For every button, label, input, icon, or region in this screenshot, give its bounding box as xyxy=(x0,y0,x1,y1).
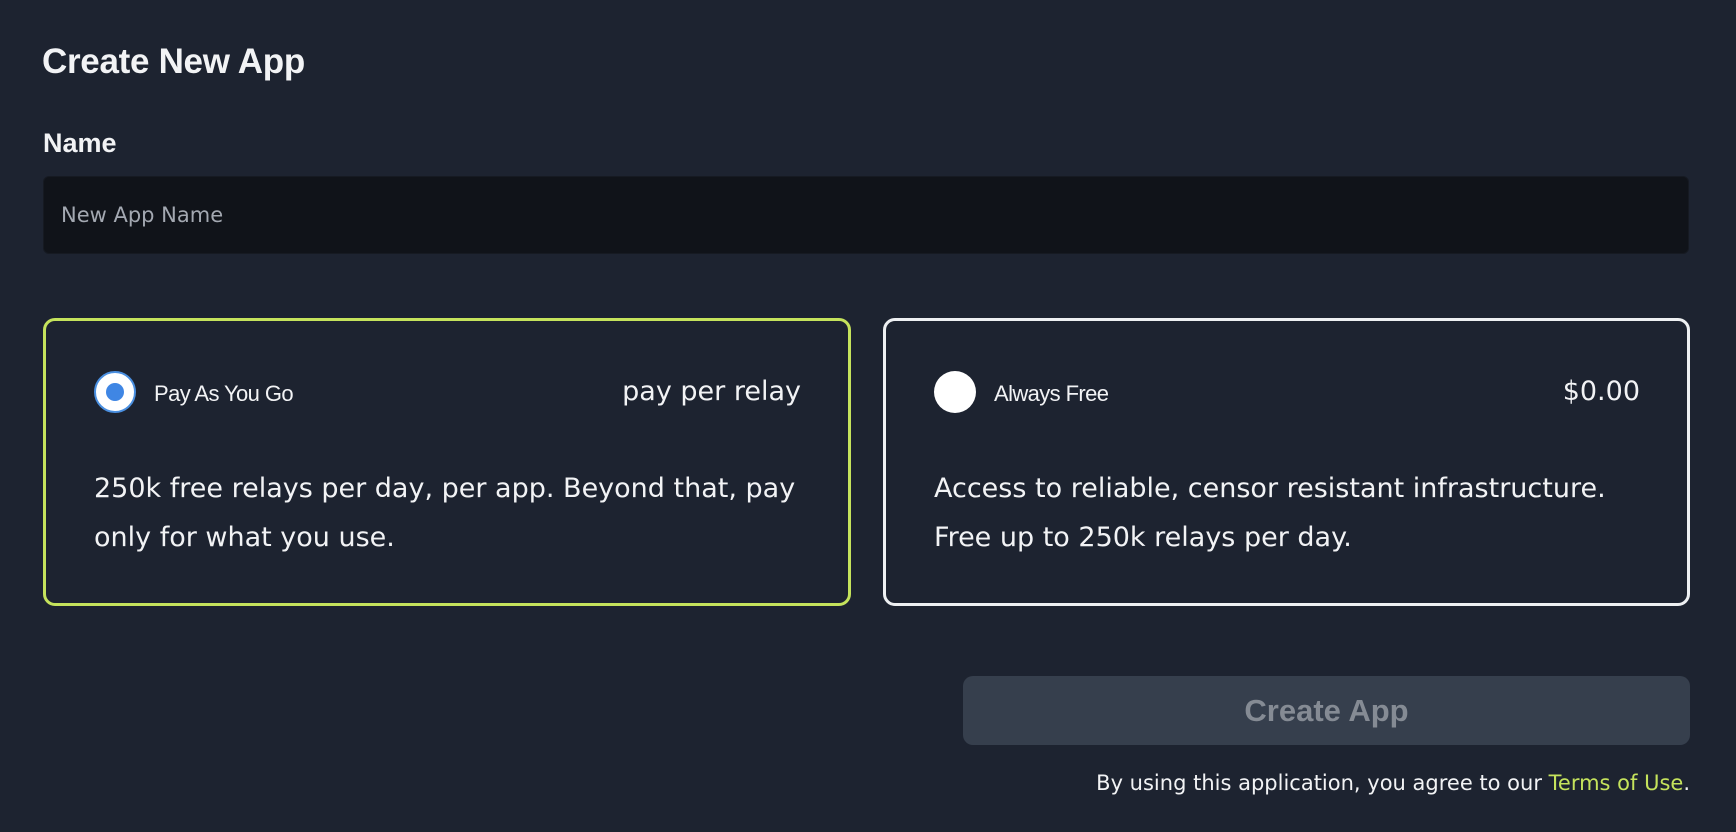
plan-price: $0.00 xyxy=(1562,376,1640,407)
terms-suffix: . xyxy=(1683,771,1690,795)
create-app-button[interactable]: Create App xyxy=(963,676,1690,745)
radio-selected-dot xyxy=(106,383,124,401)
terms-of-use-link[interactable]: Terms of Use xyxy=(1549,771,1684,795)
name-label: Name xyxy=(43,128,117,158)
app-name-input[interactable] xyxy=(43,176,1689,254)
page-title: Create New App xyxy=(42,42,305,81)
terms-notice: By using this application, you agree to … xyxy=(1096,771,1690,795)
plan-description: Access to reliable, censor resistant inf… xyxy=(934,473,1606,553)
radio-always-free[interactable] xyxy=(934,371,976,413)
plan-card-always-free[interactable]: Always Free $0.00 Access to reliable, ce… xyxy=(883,318,1690,606)
terms-prefix: By using this application, you agree to … xyxy=(1096,771,1549,795)
create-app-page: Create New App Name Pay As You Go pay pe… xyxy=(0,0,1736,832)
plan-card-pay-as-you-go[interactable]: Pay As You Go pay per relay 250k free re… xyxy=(43,318,851,606)
plan-name: Always Free xyxy=(994,381,1109,406)
plan-price: pay per relay xyxy=(622,376,801,407)
plan-name: Pay As You Go xyxy=(154,381,294,406)
radio-pay-as-you-go[interactable] xyxy=(94,371,136,413)
plan-description: 250k free relays per day, per app. Beyon… xyxy=(94,473,796,553)
